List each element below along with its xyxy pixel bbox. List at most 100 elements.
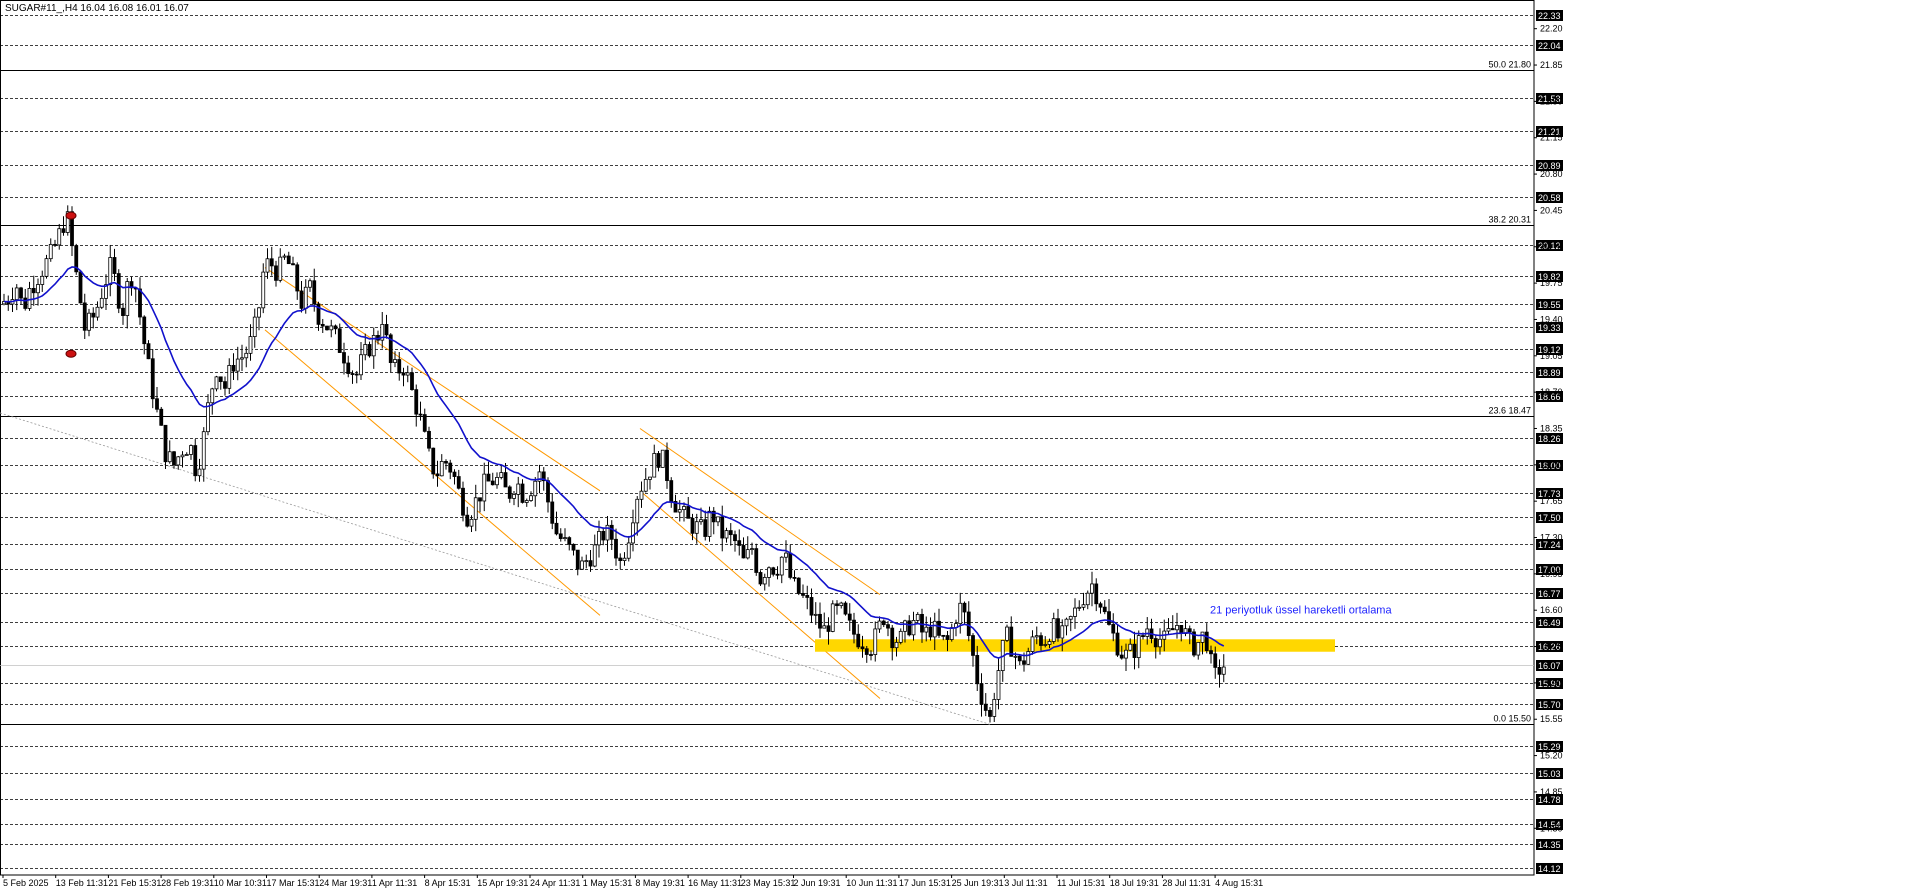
candle-body xyxy=(1107,611,1111,625)
candle-body xyxy=(87,312,91,331)
chart-title: SUGAR#11_,H4 16.04 16.08 16.01 16.07 xyxy=(5,3,189,14)
level-label: 19.55 xyxy=(1538,300,1561,310)
candle-body xyxy=(150,358,155,400)
candle-body xyxy=(223,381,227,389)
candle-body xyxy=(167,451,172,463)
candle-body xyxy=(172,451,176,466)
x-tick-label: 8 May 19:31 xyxy=(635,878,685,888)
candle-body xyxy=(771,567,776,575)
candle-body xyxy=(796,577,801,594)
candle-body xyxy=(1217,666,1222,675)
candle-body xyxy=(1056,618,1060,639)
candle-body xyxy=(818,613,822,629)
candle-body xyxy=(303,286,308,309)
y-tick-label: 15.90 xyxy=(1540,678,1563,688)
candle-body xyxy=(737,540,742,546)
candle-body xyxy=(478,497,482,502)
candle-body xyxy=(992,699,997,717)
candle-body xyxy=(308,280,312,288)
x-tick-label: 8 Apr 15:31 xyxy=(425,878,471,888)
candle-body xyxy=(269,258,274,267)
candle-body xyxy=(452,471,457,477)
candle-body xyxy=(983,703,988,711)
x-tick-label: 5 Feb 2025 xyxy=(3,878,49,888)
candle-body xyxy=(1204,631,1209,652)
candle-body xyxy=(295,264,300,292)
candle-body xyxy=(558,533,563,539)
candle-body xyxy=(958,602,963,625)
chart-canvas[interactable]: 50.0 21.8038.2 20.3123.6 18.470.0 15.50 … xyxy=(0,0,1916,888)
time-axis: 5 Feb 2025 13 Feb 11:31 21 Feb 15:31 28 Feb… xyxy=(2,875,1263,888)
y-tick-label: 19.75 xyxy=(1540,278,1563,288)
y-tick-label: 20.80 xyxy=(1540,169,1563,179)
level-label: 18.89 xyxy=(1538,368,1561,378)
candle-body xyxy=(91,312,96,318)
candle-body xyxy=(550,501,555,524)
level-label: 16.77 xyxy=(1538,589,1561,599)
fibonacci-label: 38.2 20.31 xyxy=(1488,215,1531,225)
level-label: 20.58 xyxy=(1538,193,1561,203)
y-tick-label: 21.85 xyxy=(1540,60,1563,70)
candle-body xyxy=(971,635,975,656)
candle-body xyxy=(320,323,325,327)
candle-body xyxy=(809,597,814,616)
candle-body xyxy=(592,544,597,567)
candle-body xyxy=(907,620,912,636)
x-tick-label: 16 May 11:31 xyxy=(688,878,742,888)
low-marker xyxy=(65,349,77,358)
candle-body xyxy=(431,447,436,475)
level-label: 14.12 xyxy=(1538,864,1561,874)
candle-body xyxy=(159,408,164,426)
candle-body xyxy=(427,430,431,449)
candle-body xyxy=(784,552,788,558)
trend-line xyxy=(0,412,991,725)
fibonacci-levels: 50.0 21.80 38.2 20.31 23.6 18.47 0.0 15.50 xyxy=(0,60,1534,725)
x-tick-label: 24 Mar 19:31 xyxy=(319,878,372,888)
candle-body xyxy=(822,625,827,629)
candle-body xyxy=(1209,650,1213,655)
y-tick-label: 16.95 xyxy=(1540,569,1563,579)
candle-body xyxy=(911,620,916,636)
candle-body xyxy=(979,683,984,705)
candle-body xyxy=(40,275,45,285)
candle-body xyxy=(27,287,32,309)
candle-body xyxy=(384,324,389,336)
candle-body xyxy=(1081,604,1086,608)
candle-body xyxy=(112,257,117,274)
candle-body xyxy=(469,518,474,527)
candle-body xyxy=(227,365,232,389)
candle-body xyxy=(886,624,890,629)
candle-body xyxy=(240,357,244,360)
x-tick-label: 15 Apr 19:31 xyxy=(477,878,528,888)
candle-body xyxy=(869,654,873,656)
candle-body xyxy=(699,519,703,523)
candle-body xyxy=(762,577,767,585)
candle-body xyxy=(703,519,708,537)
candle-body xyxy=(244,352,249,359)
candle-body xyxy=(860,646,865,650)
candle-body xyxy=(414,389,419,415)
candle-body xyxy=(915,613,920,621)
candle-body xyxy=(792,576,797,579)
candle-body xyxy=(490,480,495,486)
candle-body xyxy=(503,472,508,488)
candle-body xyxy=(529,495,533,501)
candle-body xyxy=(235,358,240,372)
candle-body xyxy=(218,376,223,383)
candle-body xyxy=(337,328,342,353)
candle-body xyxy=(750,548,754,551)
candle-body xyxy=(14,287,19,300)
candle-body xyxy=(108,257,113,286)
candle-body xyxy=(1124,649,1128,659)
trend-channels xyxy=(0,267,991,725)
candle-body xyxy=(248,336,253,354)
y-tick-label: 20.10 xyxy=(1540,242,1563,252)
candle-body xyxy=(278,256,283,281)
price-chart[interactable]: 50.0 21.80 38.2 20.31 23.6 18.47 0.0 15.50 … xyxy=(0,0,1916,888)
candle-body xyxy=(1068,616,1073,620)
candle-body xyxy=(231,365,236,372)
x-tick-label: 18 Jul 19:31 xyxy=(1110,878,1159,888)
candle-body xyxy=(563,537,567,540)
candle-body xyxy=(588,560,593,567)
candle-body xyxy=(1060,625,1065,639)
